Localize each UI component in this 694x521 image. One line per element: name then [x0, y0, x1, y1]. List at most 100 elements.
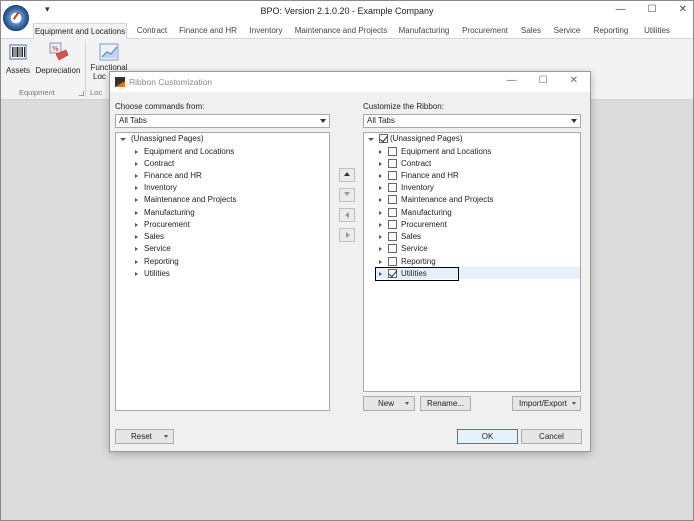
rename-button[interactable]: Rename... — [420, 396, 471, 411]
checkbox[interactable] — [388, 170, 397, 180]
arrow-left-icon — [345, 212, 349, 218]
checkbox[interactable] — [388, 244, 397, 253]
import-export-label: Import/Export — [519, 399, 568, 408]
chevron-down-icon — [571, 119, 577, 123]
expand-icon[interactable] — [379, 272, 382, 276]
expand-icon[interactable] — [135, 222, 138, 227]
move-down-button[interactable] — [339, 188, 355, 202]
chevron-down-icon — [572, 402, 576, 405]
expand-icon[interactable] — [135, 173, 138, 178]
tab-reporting[interactable]: Reporting — [589, 23, 633, 39]
new-button[interactable]: New — [363, 396, 415, 411]
expand-icon[interactable] — [135, 186, 138, 190]
ok-button[interactable]: OK — [457, 429, 518, 444]
checkbox[interactable] — [388, 269, 397, 278]
tab-service[interactable]: Service — [551, 23, 583, 39]
expand-icon[interactable] — [135, 235, 138, 239]
checkbox[interactable] — [388, 219, 397, 229]
collapse-icon[interactable] — [368, 138, 374, 141]
svg-text:%: % — [52, 45, 59, 53]
tab-inventory[interactable]: Inventory — [245, 23, 287, 39]
expand-icon[interactable] — [135, 259, 138, 264]
dialog-minimize-icon[interactable]: — — [507, 75, 517, 86]
close-icon[interactable]: ✕ — [679, 4, 687, 15]
tab-maintenance-and-projects[interactable]: Maintenance and Projects — [293, 23, 389, 39]
expand-icon[interactable] — [135, 247, 138, 251]
maximize-icon[interactable]: ☐ — [648, 4, 657, 15]
checkbox[interactable] — [388, 158, 397, 168]
expand-icon[interactable] — [135, 149, 138, 154]
expand-icon[interactable] — [135, 198, 138, 202]
expand-icon[interactable] — [379, 198, 382, 202]
dialog-title: Ribbon Customization — [129, 77, 213, 87]
group-label-loc: Loc — [90, 88, 103, 97]
reset-button-label: Reset — [131, 432, 152, 441]
expand-icon[interactable] — [379, 173, 382, 178]
checkbox[interactable] — [388, 256, 397, 266]
ribbon-tabs: Equipment and Locations Contract Finance… — [1, 22, 693, 40]
arrow-down-icon — [344, 192, 350, 196]
checkbox[interactable] — [388, 232, 397, 241]
group-label-equipment: Equipment — [19, 88, 55, 97]
tab-sales[interactable]: Sales — [517, 23, 545, 39]
tab-procurement[interactable]: Procurement — [459, 23, 511, 39]
commands-tree[interactable]: (Unassigned Pages) Equipment and Locatio… — [115, 132, 330, 411]
tab-utilities[interactable]: Utilities — [639, 23, 675, 39]
depreciation-button[interactable]: % Depreciation — [35, 41, 81, 75]
arrow-right-icon — [346, 232, 350, 238]
expand-icon[interactable] — [379, 186, 382, 190]
assets-button[interactable]: Assets — [5, 41, 31, 75]
new-button-label: New — [378, 399, 395, 408]
dialog-title-bar: Ribbon Customization — ☐ ✕ — [110, 72, 590, 92]
tab-equipment-and-locations[interactable]: Equipment and Locations — [33, 23, 127, 40]
expand-icon[interactable] — [379, 161, 382, 166]
expand-icon[interactable] — [379, 222, 382, 227]
expand-icon[interactable] — [379, 247, 382, 251]
chart-icon — [98, 41, 120, 63]
choose-commands-value: All Tabs — [119, 116, 147, 125]
app-window: ▾ BPO: Version 2.1.0.20 - Example Compan… — [0, 0, 694, 521]
reset-button[interactable]: Reset — [115, 429, 174, 444]
cancel-button[interactable]: Cancel — [521, 429, 582, 444]
move-up-button[interactable] — [339, 168, 355, 182]
assets-label: Assets — [5, 66, 30, 75]
import-export-button[interactable]: Import/Export — [512, 396, 581, 411]
chevron-down-icon — [164, 435, 168, 438]
customize-ribbon-label: Customize the Ribbon: — [363, 102, 444, 111]
ribbon-tree[interactable]: (Unassigned Pages) Equipment and Locatio… — [363, 132, 581, 392]
choose-commands-label: Choose commands from: — [115, 102, 205, 111]
expand-icon[interactable] — [379, 149, 382, 154]
checkbox[interactable] — [388, 195, 397, 204]
checkbox[interactable] — [388, 146, 397, 156]
title-bar: ▾ BPO: Version 2.1.0.20 - Example Compan… — [1, 1, 693, 31]
customize-ribbon-value: All Tabs — [367, 116, 395, 125]
arrow-up-icon — [344, 172, 350, 176]
expand-icon[interactable] — [379, 259, 382, 264]
depreciation-label: Depreciation — [35, 66, 81, 75]
expand-icon[interactable] — [135, 161, 138, 166]
group-separator — [85, 41, 86, 97]
minimize-icon[interactable]: — — [616, 4, 626, 15]
tab-finance-and-hr[interactable]: Finance and HR — [177, 23, 239, 39]
tab-contract[interactable]: Contract — [133, 23, 171, 39]
checkbox[interactable] — [388, 207, 397, 217]
app-logo-icon[interactable] — [3, 5, 29, 31]
root-checkbox[interactable] — [379, 134, 388, 143]
tab-manufacturing[interactable]: Manufacturing — [395, 23, 453, 39]
expand-icon[interactable] — [379, 210, 382, 215]
barcode-icon — [7, 41, 29, 63]
group-launcher-icon[interactable] — [79, 91, 84, 96]
choose-commands-combo[interactable]: All Tabs — [115, 114, 330, 128]
chevron-down-icon — [320, 119, 326, 123]
checkbox[interactable] — [388, 183, 397, 192]
collapse-icon[interactable] — [120, 138, 126, 141]
customize-ribbon-combo[interactable]: All Tabs — [363, 114, 581, 128]
expand-icon[interactable] — [135, 271, 138, 276]
expand-icon[interactable] — [135, 210, 138, 215]
dialog-maximize-icon[interactable]: ☐ — [539, 75, 548, 86]
dialog-close-icon[interactable]: ✕ — [570, 75, 578, 86]
add-button[interactable] — [339, 228, 355, 242]
expand-icon[interactable] — [379, 235, 382, 239]
remove-button[interactable] — [339, 208, 355, 222]
window-title: BPO: Version 2.1.0.20 - Example Company — [260, 6, 434, 16]
